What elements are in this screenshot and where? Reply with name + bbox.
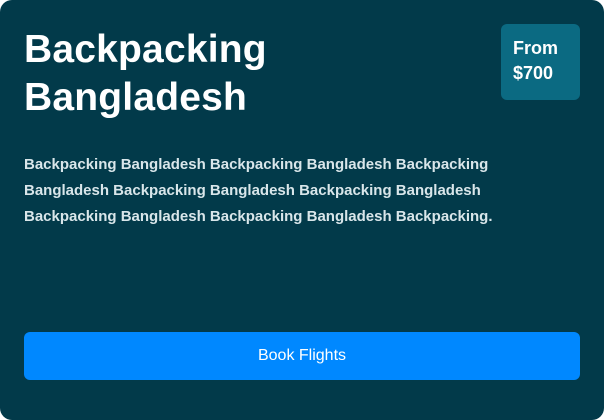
price-amount: $700 (513, 63, 554, 83)
card-title: Backpacking Bangladesh (24, 28, 267, 119)
price-badge: From $700 (501, 24, 580, 100)
price-prefix: From (513, 38, 558, 58)
book-flights-button[interactable]: Book Flights (24, 332, 580, 380)
travel-card: Backpacking Bangladesh From $700 Backpac… (0, 0, 604, 420)
card-description: Backpacking Bangladesh Backpacking Bangl… (24, 156, 493, 225)
card-header: Backpacking Bangladesh From $700 (24, 24, 580, 126)
